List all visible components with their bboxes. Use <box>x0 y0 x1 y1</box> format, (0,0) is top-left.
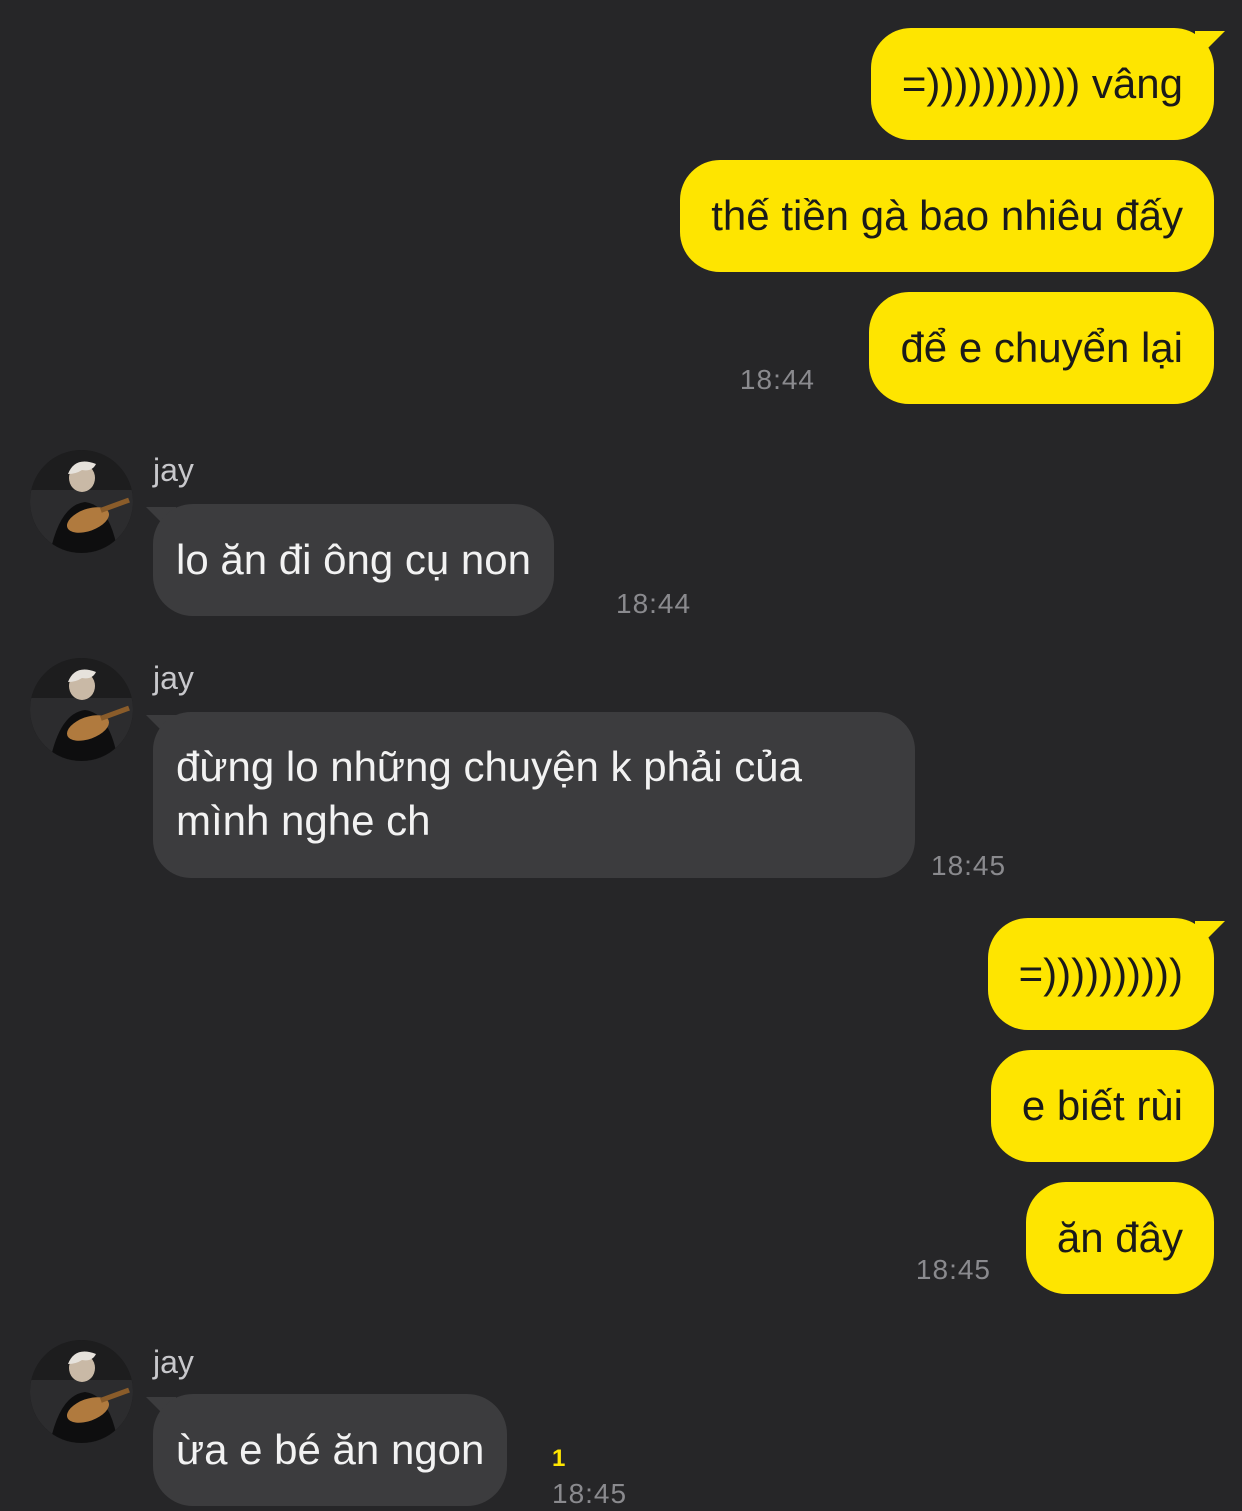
message-timestamp: 18:45 <box>915 1254 991 1285</box>
contact-avatar[interactable] <box>30 450 133 553</box>
message-bubble-outgoing[interactable]: ăn đây <box>1025 1182 1214 1294</box>
avatar-photo-icon <box>30 1340 133 1443</box>
avatar-photo-icon <box>30 450 133 553</box>
message-line: đừng lo những chuyện k phải của <box>176 743 803 790</box>
message-timestamp: 18:44 <box>616 588 692 619</box>
sender-name: jay <box>153 1344 194 1380</box>
message-timestamp: 18:45 <box>552 1478 628 1509</box>
message-timestamp: 18:44 <box>739 364 815 395</box>
unread-count-badge: 1 <box>552 1445 566 1472</box>
sender-name: jay <box>153 452 194 488</box>
message-bubble-incoming[interactable]: lo ăn đi ông cụ non <box>153 504 554 616</box>
message-bubble-outgoing[interactable]: =))))))))))) vâng <box>870 28 1214 140</box>
message-bubble-incoming[interactable]: đừng lo những chuyện k phải của mình ngh… <box>153 712 915 878</box>
message-timestamp: 18:45 <box>931 850 1007 881</box>
message-line: mình nghe ch <box>176 797 431 844</box>
message-bubble-outgoing[interactable]: để e chuyển lại <box>869 292 1214 404</box>
chat-view: =))))))))))) vâng thế tiền gà bao nhiêu … <box>0 0 1242 1511</box>
message-bubble-outgoing[interactable]: thế tiền gà bao nhiêu đấy <box>680 160 1214 272</box>
sender-name: jay <box>153 660 194 696</box>
contact-avatar[interactable] <box>30 658 133 761</box>
contact-avatar[interactable] <box>30 1340 133 1443</box>
message-bubble-outgoing[interactable]: =)))))))))) <box>987 918 1214 1030</box>
avatar-photo-icon <box>30 658 133 761</box>
message-bubble-incoming[interactable]: ừa e bé ăn ngon <box>153 1394 508 1506</box>
message-bubble-outgoing[interactable]: e biết rùi <box>990 1050 1214 1162</box>
